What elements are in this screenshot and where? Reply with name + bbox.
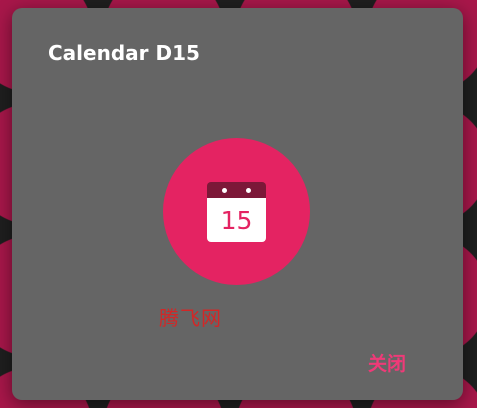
app-icon: 15 [163,138,310,285]
close-button[interactable]: 关闭 [368,349,406,376]
dialog-title: Calendar D15 [48,41,200,65]
app-dialog: Calendar D15 15 腾飞网 关闭 [12,8,463,400]
calendar-header [207,182,266,198]
calendar-icon: 15 [207,182,266,242]
calendar-ring [222,188,227,193]
calendar-ring [246,188,251,193]
watermark-text: 腾飞网 [159,306,222,330]
calendar-day-number: 15 [207,198,266,242]
